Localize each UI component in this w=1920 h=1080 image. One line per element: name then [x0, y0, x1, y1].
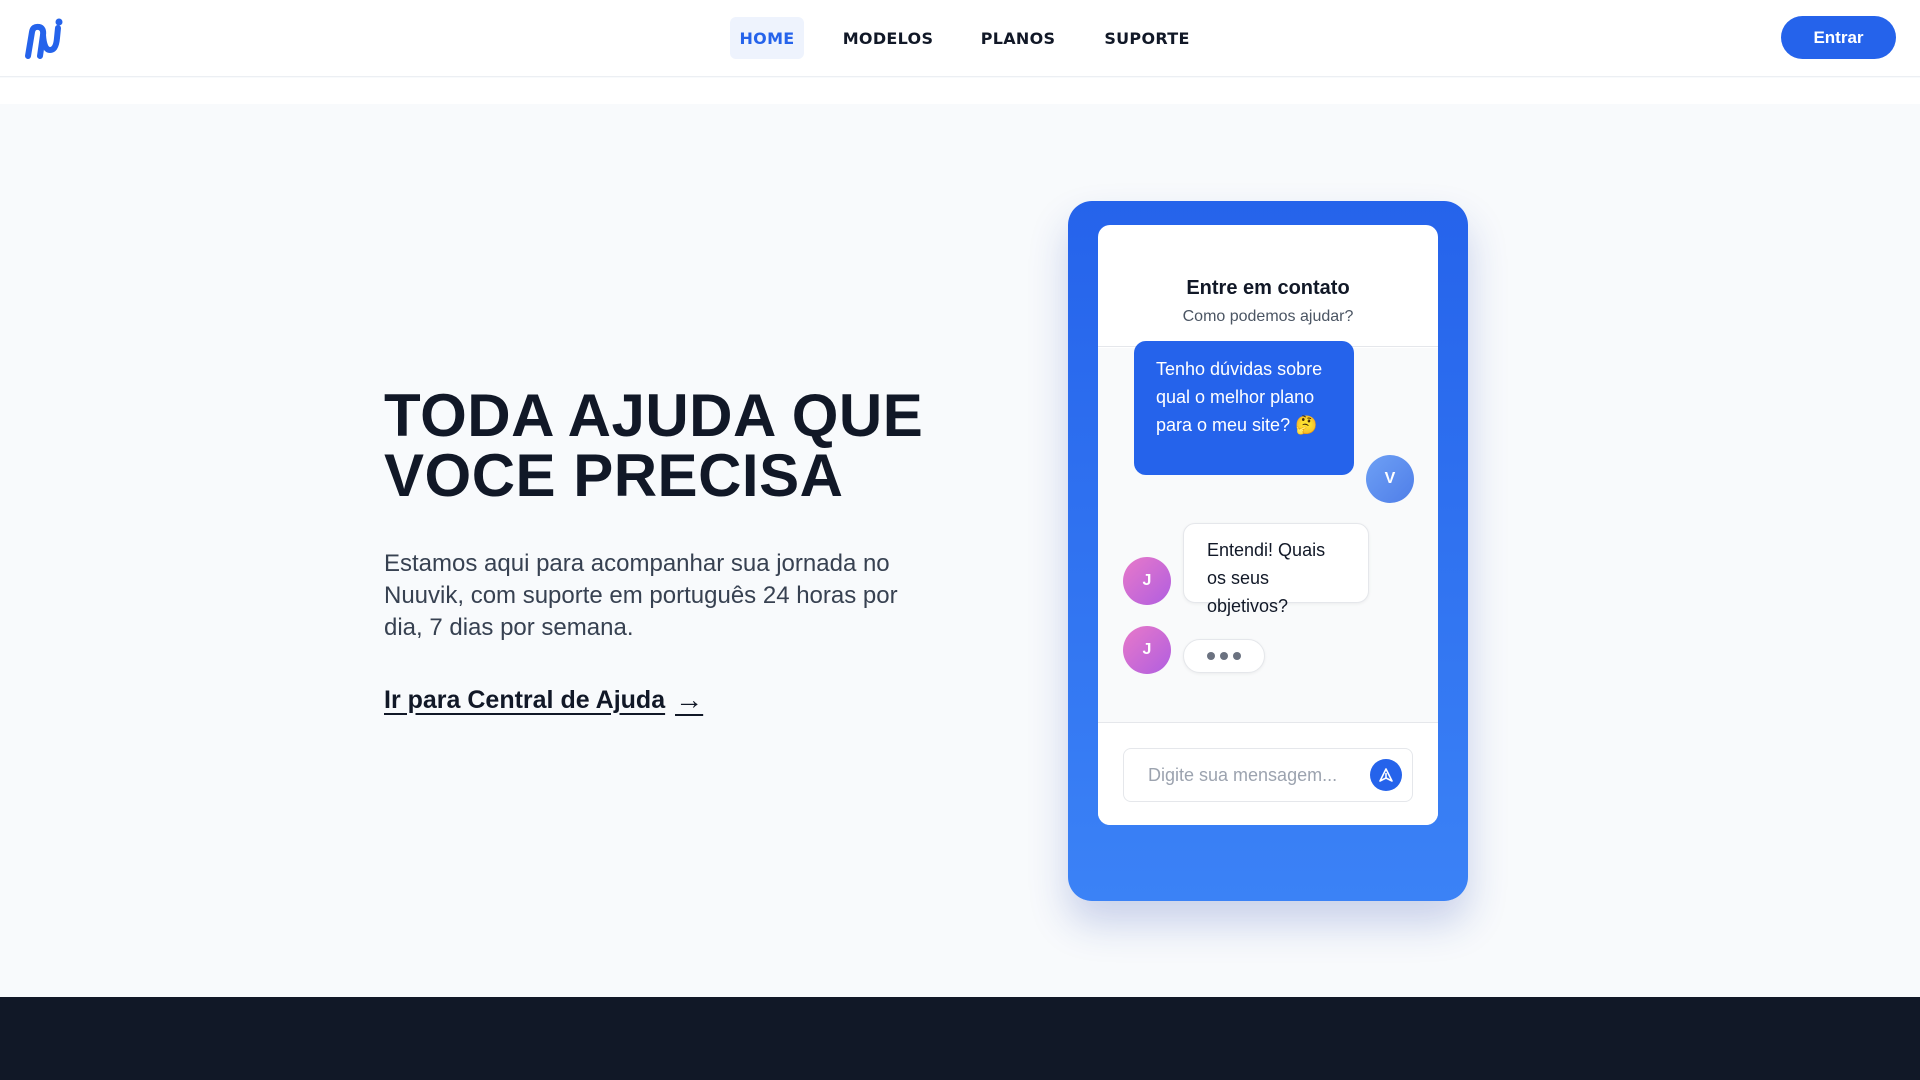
nav-home[interactable]: HOME [730, 17, 804, 59]
hero-title-line-2: VOCE PRECISA [384, 442, 844, 509]
nav-suporte[interactable]: SUPORTE [1100, 17, 1194, 59]
nuuvik-logo-icon[interactable] [24, 18, 64, 60]
typing-dot [1233, 652, 1241, 660]
chat-footer [1098, 722, 1438, 825]
agent-typing-avatar: J [1123, 626, 1171, 674]
nav-modelos[interactable]: MODELOS [836, 17, 940, 59]
message-input-wrapper [1123, 748, 1413, 802]
help-center-link[interactable]: Ir para Central de Ajuda → [384, 684, 703, 716]
typing-dot [1220, 652, 1228, 660]
arrow-right-icon: → [675, 684, 704, 715]
chat-subtitle: Como podemos ajudar? [1182, 308, 1354, 325]
help-center-link-label: Ir para Central de Ajuda [384, 685, 666, 714]
chat-widget: Entre em contato Como podemos ajudar? Te… [1098, 225, 1438, 825]
login-button[interactable]: Entrar [1781, 16, 1896, 59]
send-icon [1379, 768, 1393, 782]
top-navbar: HOME MODELOS PLANOS SUPORTE Entrar [0, 0, 1920, 77]
hero-description: Estamos aqui para acompanhar sua jornada… [384, 550, 898, 641]
message-input[interactable] [1124, 749, 1364, 801]
header-spacer [0, 78, 1920, 104]
send-button[interactable] [1370, 759, 1402, 791]
footer-band [0, 997, 1920, 1080]
user-avatar: V [1366, 455, 1414, 503]
chat-header: Entre em contato Como podemos ajudar? [1098, 225, 1438, 347]
agent-message-bubble: Entendi! Quais os seus objetivos? [1183, 523, 1369, 616]
chat-title: Entre em contato [1186, 277, 1350, 299]
nav-planos[interactable]: PLANOS [976, 17, 1060, 59]
typing-indicator [1183, 639, 1265, 673]
user-message-bubble: Tenho dúvidas sobre qual o melhor plano … [1134, 341, 1354, 475]
main-nav: HOME MODELOS PLANOS SUPORTE [730, 17, 1194, 59]
agent-avatar: J [1123, 557, 1171, 605]
hero-title: TODA AJUDA QUE VOCE PRECISA [384, 386, 944, 506]
hero-title-line-1: TODA AJUDA QUE [384, 382, 924, 449]
typing-dot [1207, 652, 1215, 660]
